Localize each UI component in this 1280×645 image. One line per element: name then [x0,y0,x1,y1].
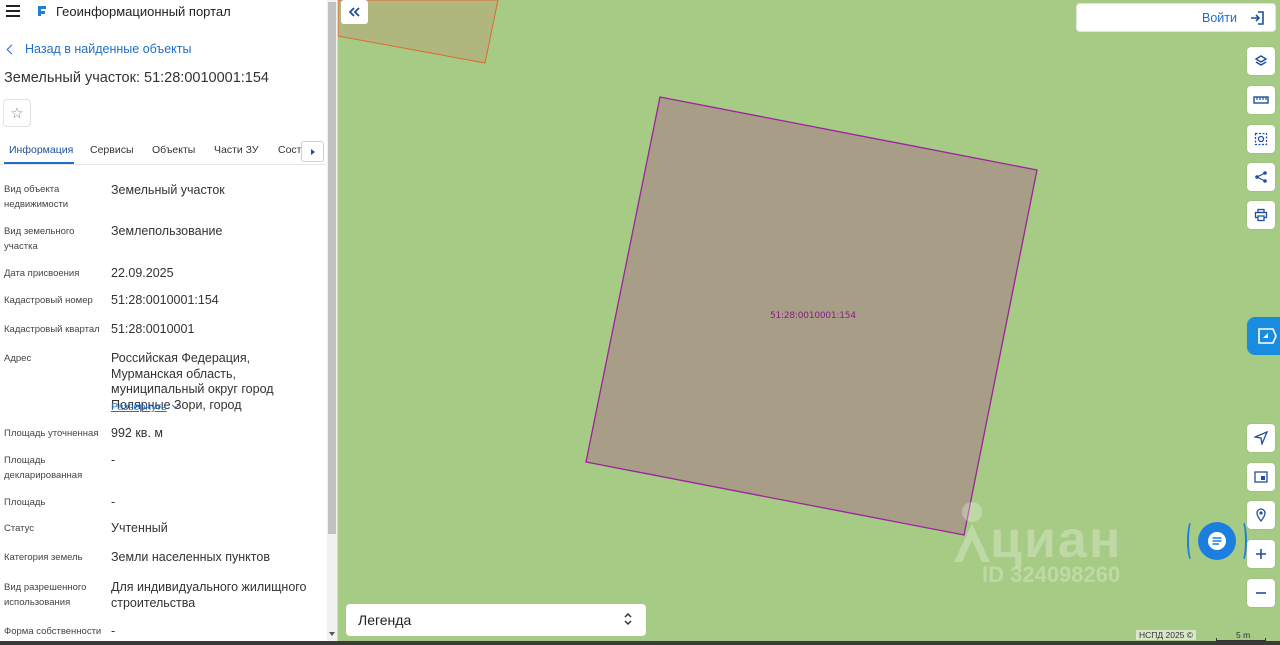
share-button[interactable] [1247,163,1275,191]
pin-search-icon [1256,508,1266,522]
back-to-results-link[interactable]: Назад в найденные объекты [6,42,192,56]
prop-label: Адрес [4,353,32,364]
zoom-out-icon [1256,592,1266,594]
share-icon [1255,171,1267,183]
chat-button[interactable] [1198,522,1236,560]
prop-value: 22.09.2025 [111,266,174,280]
map-copyright: НСПД 2025 © [1136,630,1197,640]
expand-label: Развернуть [111,401,167,413]
tabs-scroll-right-button[interactable] [301,141,324,162]
prop-value: Землепользование [111,224,223,238]
app-title: Геоинформационный портал [56,4,231,19]
prop-value: Земельный участок [111,183,225,197]
login-label: Войти [1202,11,1237,25]
bottom-strip [0,641,1280,645]
area-select-button[interactable] [1247,125,1275,153]
watermark-pin-icon [954,502,990,562]
map-canvas[interactable]: 51:28:0010001:154 циан ID 324098260 Войт… [338,0,1280,641]
minimap-icon [1254,471,1268,483]
favorite-button[interactable]: ☆ [3,99,31,127]
scrollbar-thumb[interactable] [328,2,336,534]
star-icon: ☆ [10,105,24,122]
back-link-label: Назад в найденные объекты [25,42,192,56]
portal-logo-icon [38,6,46,16]
tab-services[interactable]: Сервисы [90,144,134,156]
info-panel: Геоинформационный портал Назад в найденн… [0,0,338,641]
minimap-button[interactable] [1247,463,1275,491]
select-area-icon [1254,132,1268,146]
chevron-left-icon [6,44,17,54]
prop-label: Вид земельного участка [4,226,75,252]
watermark-id: ID 324098260 [982,562,1121,587]
measure-button[interactable] [1247,86,1275,114]
watermark: циан ID 324098260 [950,500,1120,587]
prop-label: Площадь уточненная [4,428,99,439]
chat-pulse-right [1237,520,1247,562]
prop-value: Для индивидуального жилищного строительс… [111,580,307,610]
prop-label: Категория земель [4,552,83,563]
expand-collapse-icon [624,612,632,626]
pin-search-button[interactable] [1247,501,1275,529]
prop-value: 992 кв. м [111,426,163,440]
panel-scrollbar[interactable] [327,0,337,641]
zoom-in-icon [1256,549,1266,559]
prop-value: 51:28:0010001 [111,322,195,336]
parcel-cadastral-label: 51:28:0010001:154 [770,311,856,321]
collapse-panel-button[interactable] [341,0,368,24]
tab-objects[interactable]: Объекты [152,144,195,156]
login-icon [1251,11,1264,25]
print-icon [1254,208,1268,222]
print-button[interactable] [1247,201,1275,229]
scale-label: 5 m [1236,630,1251,640]
zoom-out-button[interactable] [1247,579,1275,607]
chevron-down-icon [171,401,179,410]
watermark-word: циан [990,511,1123,569]
prop-label: Вид объекта недвижимости [4,184,69,210]
locate-icon [1254,431,1268,445]
double-chevron-left-icon [348,7,360,17]
locate-button[interactable] [1247,424,1275,452]
layers-icon [1254,55,1268,66]
prop-value: Учтенный [111,521,168,535]
page-title: Земельный участок: 51:28:0010001:154 [4,70,269,86]
zoom-in-button[interactable] [1247,540,1275,568]
chat-icon [1208,532,1226,550]
side-tab-icon [1258,328,1277,344]
active-tab-indicator [4,162,74,164]
layers-button[interactable] [1247,47,1275,75]
side-panel-tab[interactable] [1247,317,1280,355]
legend-dropdown[interactable]: Легенда [346,604,646,636]
prop-label: Вид разрешенного использования [4,582,87,608]
tab-bar: Информация Сервисы Объекты Части ЗУ Сост… [0,140,326,165]
legend-label: Легенда [358,612,412,628]
ruler-icon [1253,96,1269,104]
prop-value: - [111,495,116,509]
prop-label: Форма собственности [4,626,102,637]
prop-label: Площадь [4,497,46,508]
prop-label: Кадастровый номер [4,295,93,306]
address-expand-link[interactable]: Развернуть [111,401,179,413]
menu-icon[interactable] [6,5,20,17]
tab-parts[interactable]: Части ЗУ [214,144,259,156]
prop-value: - [111,624,116,638]
prop-label: Площадь декларированная [4,455,83,481]
prop-label: Кадастровый квартал [4,324,100,335]
prop-label: Дата присвоения [4,268,80,279]
app-header: Геоинформационный портал [0,0,326,24]
login-button[interactable]: Войти [1076,3,1276,32]
prop-value: Земли населенных пунктов [111,550,270,564]
tab-information[interactable]: Информация [9,144,73,156]
caret-right-icon [310,148,315,155]
prop-value: - [111,453,116,467]
prop-value: 51:28:0010001:154 [111,293,219,307]
app-root: Геоинформационный портал Назад в найденн… [0,0,1280,645]
prop-label: Статус [4,523,35,534]
chat-pulse-left [1187,520,1197,562]
scroll-down-arrow-icon[interactable] [329,632,335,636]
